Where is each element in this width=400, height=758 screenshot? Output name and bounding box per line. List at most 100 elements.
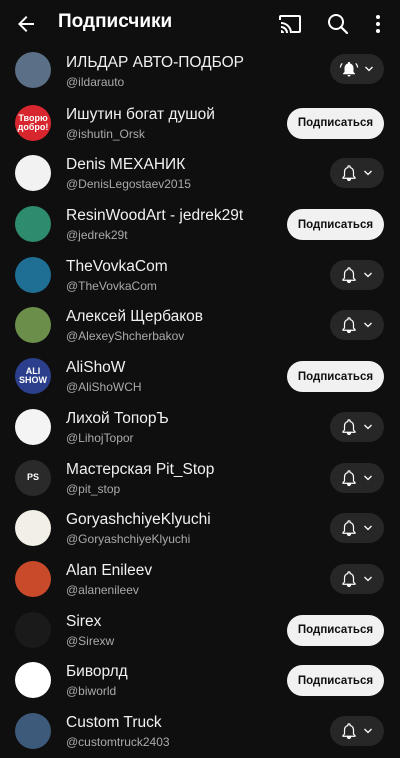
subscribe-button[interactable]: Подписаться [287, 361, 384, 393]
channel-avatar[interactable]: Творю добро! [15, 104, 51, 141]
subscriber-row[interactable]: Лихой ТопорЪ @LihojTopor [0, 403, 400, 454]
notification-settings-button[interactable] [330, 462, 384, 493]
chevron-down-icon [362, 472, 374, 484]
cast-icon [279, 15, 301, 33]
channel-handle: @AlexeyShcherbakov [66, 329, 185, 344]
channel-handle: @GoryashchiyeKlyuchi [66, 532, 191, 547]
bell-icon [340, 570, 358, 588]
channel-avatar[interactable] [15, 510, 51, 547]
channel-name[interactable]: AliShoW [66, 359, 281, 377]
subscriber-row[interactable]: GoryashchiyeKlyuchi @GoryashchiyeKlyuchi [0, 504, 400, 555]
channel-avatar[interactable]: ALI SHOW [15, 358, 51, 395]
bell-icon [340, 164, 358, 182]
subscribe-button[interactable]: Подписаться [287, 107, 384, 139]
page-title: Подписчики [58, 11, 173, 32]
channel-avatar[interactable] [15, 256, 51, 293]
bell-icon [340, 519, 358, 537]
channel-name[interactable]: Биворлд [66, 663, 281, 681]
subscriber-row[interactable]: Alan Enileev @alanenileev [0, 555, 400, 606]
channel-avatar[interactable] [15, 52, 51, 88]
bell-icon [340, 266, 358, 284]
channel-name[interactable]: Лихой ТопорЪ [66, 410, 281, 428]
channel-avatar[interactable] [15, 611, 51, 648]
more-vertical-icon [376, 15, 380, 33]
channel-avatar[interactable] [15, 560, 51, 597]
subscriber-row[interactable]: ALI SHOW AliShoW @AliShoWCH Подписаться [0, 352, 400, 403]
chevron-down-icon [362, 421, 374, 433]
subscriber-list: ИЛЬДАР АВТО-ПОДБОР @ildarauto Творю добро!… [0, 48, 400, 758]
channel-handle: @alanenileev [66, 582, 139, 597]
notification-settings-button[interactable] [330, 715, 384, 746]
notification-settings-button[interactable] [330, 563, 384, 594]
bell-icon [340, 418, 358, 436]
chevron-down-icon [362, 167, 374, 179]
subscribe-button[interactable]: Подписаться [287, 665, 384, 697]
channel-name[interactable]: ResinWoodArt - jedrek29t [66, 207, 281, 225]
subscriber-row[interactable]: ИЛЬДАР АВТО-ПОДБОР @ildarauto [0, 48, 400, 99]
notification-settings-button[interactable] [330, 158, 384, 189]
notification-settings-button[interactable] [330, 310, 384, 341]
bell-icon [340, 722, 358, 740]
subscriber-row[interactable]: TheVovkaCom @TheVovkaCom [0, 251, 400, 302]
chevron-down-icon [362, 319, 374, 331]
subscribe-button[interactable]: Подписаться [287, 209, 384, 241]
channel-handle: @LihojTopor [66, 430, 134, 445]
channel-avatar[interactable] [15, 712, 51, 749]
channel-handle: @ishutin_Orsk [66, 126, 145, 141]
more-options-button[interactable] [362, 8, 394, 40]
bell-ring-icon [339, 60, 359, 78]
channel-name[interactable]: ИЛЬДАР АВТО-ПОДБОР [66, 54, 281, 72]
channel-name[interactable]: Алексей Щербаков [66, 308, 281, 326]
chevron-down-icon [362, 269, 374, 281]
back-arrow-icon [18, 16, 34, 32]
notification-settings-button[interactable] [330, 259, 384, 290]
top-app-bar: Подписчики [0, 0, 400, 48]
chevron-down-icon [362, 725, 374, 737]
channel-handle: @jedrek29t [66, 228, 128, 243]
avatar-text: PS [26, 472, 39, 482]
channel-avatar[interactable] [15, 155, 51, 192]
notification-settings-button[interactable] [330, 54, 384, 84]
channel-name[interactable]: Custom Truck [66, 714, 281, 732]
channel-avatar[interactable] [15, 307, 51, 344]
channel-avatar[interactable]: PS [15, 459, 51, 496]
chevron-down-icon [362, 522, 374, 534]
channel-handle: @ildarauto [66, 75, 125, 89]
cast-button[interactable] [274, 8, 306, 40]
subscriber-row[interactable]: PS Мастерская Pit_Stop @pit_stop [0, 454, 400, 505]
channel-handle: @TheVovkaCom [66, 278, 157, 293]
subscriber-row[interactable]: Sirex @Sirexw Подписаться [0, 606, 400, 657]
subscriber-row[interactable]: Custom Truck @customtruck2403 [0, 707, 400, 758]
search-icon [328, 14, 349, 35]
channel-handle: @pit_stop [66, 481, 121, 496]
channel-name[interactable]: Alan Enileev [66, 562, 281, 580]
back-button[interactable] [10, 8, 42, 40]
channel-handle: @biworld [66, 684, 117, 699]
channel-handle: @DenisLegostaev2015 [66, 177, 191, 192]
avatar-text: Творю добро! [17, 112, 49, 132]
subscriber-row[interactable]: Denis МЕХАНИК @DenisLegostaev2015 [0, 149, 400, 200]
bell-icon [340, 469, 358, 487]
channel-name[interactable]: GoryashchiyeKlyuchi [66, 511, 281, 529]
notification-settings-button[interactable] [330, 411, 384, 442]
subscribe-button[interactable]: Подписаться [287, 614, 384, 646]
avatar-text: ALI SHOW [19, 366, 47, 386]
search-button[interactable] [322, 8, 354, 40]
notification-settings-button[interactable] [330, 513, 384, 544]
subscriber-row[interactable]: Биворлд @biworld Подписаться [0, 656, 400, 707]
channel-avatar[interactable] [15, 662, 51, 699]
channel-name[interactable]: Мастерская Pit_Stop [66, 461, 281, 479]
channel-handle: @customtruck2403 [66, 734, 170, 749]
subscriber-row[interactable]: Алексей Щербаков @AlexeyShcherbakov [0, 301, 400, 352]
channel-avatar[interactable] [15, 206, 51, 243]
subscriber-row[interactable]: Творю добро! Ишутин богат душой @ishutin_O… [0, 99, 400, 150]
channel-name[interactable]: Denis МЕХАНИК [66, 156, 281, 174]
channel-name[interactable]: Sirex [66, 613, 281, 631]
subscriber-row[interactable]: ResinWoodArt - jedrek29t @jedrek29t Подпис… [0, 200, 400, 251]
channel-avatar[interactable] [15, 408, 51, 445]
channel-name[interactable]: TheVovkaCom [66, 258, 281, 276]
channel-handle: @Sirexw [66, 633, 115, 648]
chevron-down-icon [362, 573, 374, 585]
channel-handle: @AliShoWCH [66, 380, 142, 395]
channel-name[interactable]: Ишутин богат душой [66, 106, 281, 124]
